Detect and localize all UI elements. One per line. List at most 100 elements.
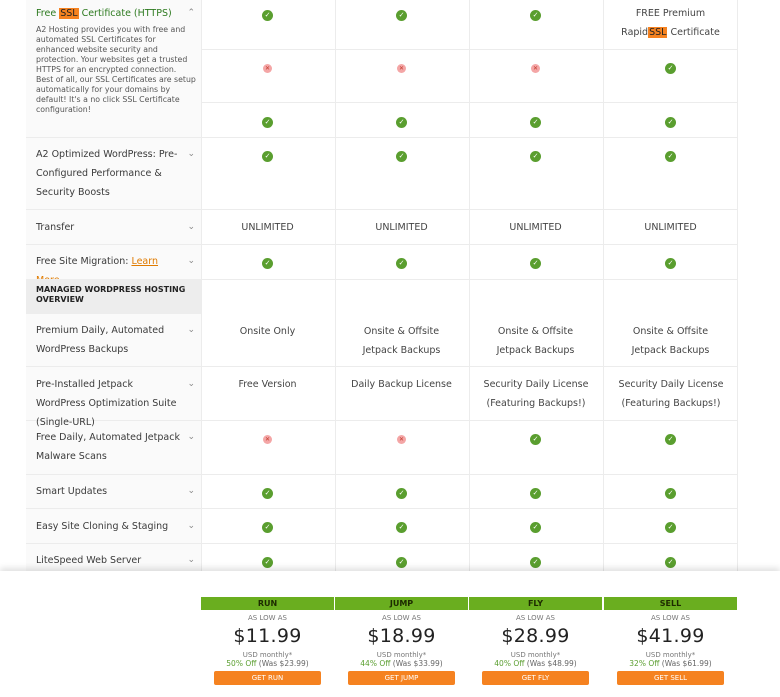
divider bbox=[26, 508, 737, 509]
chevron-down-icon[interactable]: ⌄ bbox=[187, 482, 195, 501]
plan-name: JUMP bbox=[335, 597, 468, 610]
plan-fly: FLY AS LOW AS $28.99 USD monthly* 40% Of… bbox=[469, 597, 602, 685]
divider bbox=[26, 244, 737, 245]
plan-low-label: AS LOW AS bbox=[651, 614, 690, 622]
plan-was: (Was $23.99) bbox=[258, 659, 309, 668]
plan-discount: 32% Off bbox=[629, 659, 660, 668]
cross-icon: ✕ bbox=[263, 435, 272, 444]
chevron-down-icon[interactable]: ⌄ bbox=[187, 252, 195, 271]
check-icon: ✓ bbox=[530, 434, 541, 445]
check-icon: ✓ bbox=[530, 488, 541, 499]
feature-smart-label[interactable]: Smart Updates ⌄ bbox=[26, 482, 201, 501]
divider bbox=[26, 474, 737, 475]
check-icon: ✓ bbox=[665, 258, 676, 269]
feature-ssl-label[interactable]: Free SSL Certificate (HTTPS) ⌃ bbox=[26, 4, 201, 23]
divider bbox=[26, 543, 737, 544]
plan-low-label: AS LOW AS bbox=[248, 614, 287, 622]
plan-price: $11.99 bbox=[233, 625, 302, 647]
check-icon: ✓ bbox=[262, 557, 273, 568]
label-text: Pre-Installed Jetpack WordPress Optimiza… bbox=[36, 379, 177, 428]
plan-discount: 50% Off bbox=[226, 659, 257, 668]
label-text: Transfer bbox=[36, 222, 75, 233]
feature-malware-label[interactable]: Free Daily, Automated Jetpack Malware Sc… bbox=[26, 428, 201, 466]
feature-jetpack-label[interactable]: Pre-Installed Jetpack WordPress Optimiza… bbox=[26, 375, 201, 432]
plan-price: $18.99 bbox=[367, 625, 436, 647]
plan-was: (Was $61.99) bbox=[661, 659, 712, 668]
check-icon: ✓ bbox=[530, 117, 541, 128]
chevron-down-icon[interactable]: ⌄ bbox=[187, 218, 195, 237]
backups-run: Onsite Only bbox=[239, 326, 296, 337]
check-icon: ✓ bbox=[530, 258, 541, 269]
check-icon: ✓ bbox=[665, 557, 676, 568]
divider bbox=[201, 102, 737, 103]
chevron-down-icon[interactable]: ⌄ bbox=[187, 428, 195, 447]
get-sell-button[interactable]: GET SELL bbox=[617, 671, 724, 685]
feature-transfer-label[interactable]: Transfer ⌄ bbox=[26, 218, 201, 237]
note-text: Certificate bbox=[667, 27, 720, 38]
check-icon: ✓ bbox=[665, 63, 676, 74]
check-icon: ✓ bbox=[396, 488, 407, 499]
plan-monthly: USD monthly* bbox=[376, 651, 427, 659]
cross-icon: ✕ bbox=[397, 64, 406, 73]
chevron-down-icon[interactable]: ⌄ bbox=[187, 517, 195, 536]
label-text: LiteSpeed Web Server bbox=[36, 555, 142, 566]
transfer-sell: UNLIMITED bbox=[644, 222, 697, 233]
check-icon: ✓ bbox=[396, 151, 407, 162]
chevron-down-icon[interactable]: ⌄ bbox=[187, 145, 195, 164]
plan-discount: 44% Off bbox=[360, 659, 391, 668]
plan-price: $28.99 bbox=[501, 625, 570, 647]
chevron-down-icon[interactable]: ⌄ bbox=[187, 375, 195, 394]
chevron-down-icon[interactable]: ⌄ bbox=[187, 321, 195, 340]
feature-litespeed-label[interactable]: LiteSpeed Web Server ⌄ bbox=[26, 551, 201, 570]
label-text: Free bbox=[36, 8, 60, 19]
check-icon: ✓ bbox=[396, 258, 407, 269]
pricing-bar: RUN AS LOW AS $11.99 USD monthly* 50% Of… bbox=[0, 571, 780, 697]
check-icon: ✓ bbox=[530, 10, 541, 21]
feature-cloning-label[interactable]: Easy Site Cloning & Staging ⌄ bbox=[26, 517, 201, 536]
check-icon: ✓ bbox=[262, 258, 273, 269]
check-icon: ✓ bbox=[396, 557, 407, 568]
plan-run: RUN AS LOW AS $11.99 USD monthly* 50% Of… bbox=[201, 597, 334, 685]
check-icon: ✓ bbox=[665, 488, 676, 499]
chevron-down-icon[interactable]: ⌄ bbox=[187, 551, 195, 570]
plan-was: (Was $48.99) bbox=[526, 659, 577, 668]
get-jump-button[interactable]: GET JUMP bbox=[348, 671, 455, 685]
note-highlight: SSL bbox=[648, 27, 668, 38]
plan-jump: JUMP AS LOW AS $18.99 USD monthly* 44% O… bbox=[335, 597, 468, 685]
get-fly-button[interactable]: GET FLY bbox=[482, 671, 589, 685]
plan-low-label: AS LOW AS bbox=[382, 614, 421, 622]
check-icon: ✓ bbox=[665, 117, 676, 128]
transfer-run: UNLIMITED bbox=[241, 222, 294, 233]
label-text: Smart Updates bbox=[36, 486, 108, 497]
get-run-button[interactable]: GET RUN bbox=[214, 671, 321, 685]
feature-backups-label[interactable]: Premium Daily, Automated WordPress Backu… bbox=[26, 321, 201, 359]
jetpack-fly: Security Daily License (Featuring Backup… bbox=[483, 379, 589, 409]
label-text: Free Site Migration: bbox=[36, 256, 132, 267]
feature-wp-label[interactable]: A2 Optimized WordPress: Pre-Configured P… bbox=[26, 145, 201, 202]
transfer-fly: UNLIMITED bbox=[509, 222, 562, 233]
plan-name: RUN bbox=[201, 597, 334, 610]
backups-sell: Onsite & Offsite Jetpack Backups bbox=[631, 326, 710, 356]
plan-monthly: USD monthly* bbox=[242, 651, 293, 659]
plan-was: (Was $33.99) bbox=[392, 659, 443, 668]
check-icon: ✓ bbox=[396, 117, 407, 128]
ssl-description: A2 Hosting provides you with free and au… bbox=[36, 25, 196, 114]
divider bbox=[26, 137, 737, 138]
plan-name: FLY bbox=[469, 597, 602, 610]
label-text: Free Daily, Automated Jetpack Malware Sc… bbox=[36, 432, 180, 462]
cross-icon: ✕ bbox=[263, 64, 272, 73]
check-icon: ✓ bbox=[665, 434, 676, 445]
plan-name: SELL bbox=[604, 597, 737, 610]
plan-monthly: USD monthly* bbox=[510, 651, 561, 659]
label-text: Premium Daily, Automated WordPress Backu… bbox=[36, 325, 165, 355]
plan-low-label: AS LOW AS bbox=[516, 614, 555, 622]
plan-price: $41.99 bbox=[636, 625, 705, 647]
backups-jump: Onsite & Offsite Jetpack Backups bbox=[362, 326, 441, 356]
check-icon: ✓ bbox=[262, 10, 273, 21]
check-icon: ✓ bbox=[530, 522, 541, 533]
check-icon: ✓ bbox=[262, 522, 273, 533]
label-highlight: SSL bbox=[59, 8, 79, 19]
label-text: Easy Site Cloning & Staging bbox=[36, 521, 169, 532]
label-text: Certificate (HTTPS) bbox=[78, 8, 172, 19]
chevron-up-icon[interactable]: ⌃ bbox=[187, 4, 195, 23]
